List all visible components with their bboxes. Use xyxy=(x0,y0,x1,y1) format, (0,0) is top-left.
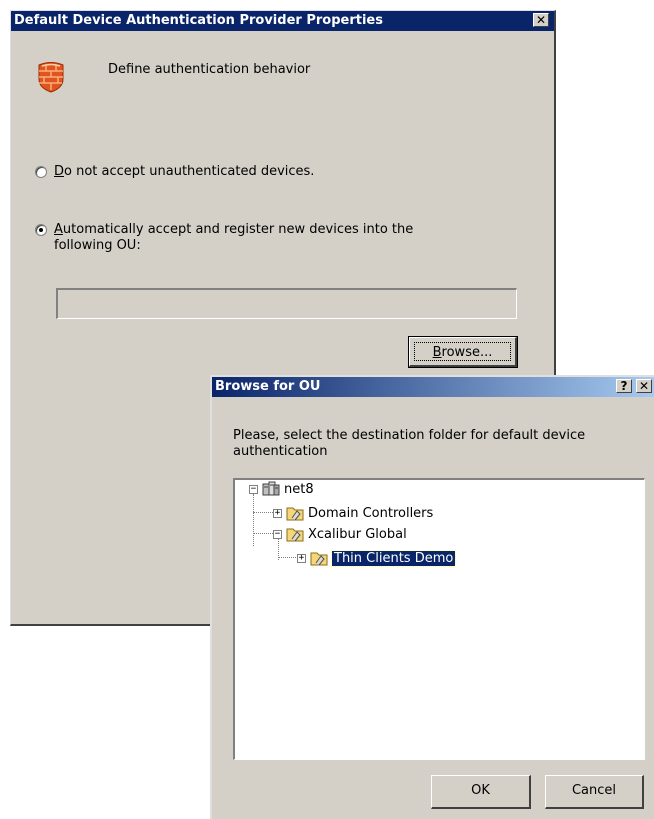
tree-node-thin-clients-demo[interactable]: + Thin Clients Demo xyxy=(297,549,457,567)
tree-node-label: Thin Clients Demo xyxy=(330,549,457,567)
collapse-icon[interactable]: − xyxy=(273,529,282,539)
browse-title-bar[interactable]: Browse for OU ? ✕ xyxy=(212,377,654,397)
tree-node-label: Domain Controllers xyxy=(308,505,434,521)
domain-icon xyxy=(262,481,280,496)
ou-folder-icon xyxy=(286,507,304,521)
browse-title: Browse for OU xyxy=(215,379,321,394)
tree-node-domain-controllers[interactable]: + Domain Controllers xyxy=(273,505,433,521)
ou-path-field[interactable] xyxy=(56,288,517,319)
firewall-icon xyxy=(38,62,64,93)
browse-message: Please, select the destination folder fo… xyxy=(233,428,586,459)
properties-title-bar[interactable]: Default Device Authentication Provider P… xyxy=(11,11,554,31)
auto-accept-label: Automatically accept and register new de… xyxy=(54,222,414,253)
tree-node-label: Xcalibur Global xyxy=(308,526,407,542)
tree-node-net8[interactable]: − net8 xyxy=(249,481,314,497)
close-button[interactable]: ✕ xyxy=(533,13,549,27)
ok-button[interactable]: OK xyxy=(431,775,531,809)
close-icon: ✕ xyxy=(535,13,547,27)
properties-title: Default Device Authentication Provider P… xyxy=(14,13,383,28)
browse-button[interactable]: Browse... xyxy=(408,336,518,368)
header-text: Define authentication behavior xyxy=(108,62,311,77)
reject-unauthenticated-radio[interactable] xyxy=(35,166,47,178)
auto-accept-option[interactable]: Automatically accept and register new de… xyxy=(35,222,415,254)
browse-label: Browse... xyxy=(414,342,511,361)
expand-icon[interactable]: + xyxy=(273,508,282,518)
tree-node-label: net8 xyxy=(284,481,314,497)
help-icon: ? xyxy=(620,379,628,393)
browse-ou-dialog: Browse for OU ? ✕ Please, select the des… xyxy=(210,375,654,819)
help-button[interactable]: ? xyxy=(616,379,632,393)
ou-folder-icon xyxy=(310,552,328,566)
reject-unauthenticated-label: Do not accept unauthenticated devices. xyxy=(54,164,315,179)
cancel-button[interactable]: Cancel xyxy=(545,775,644,809)
ou-folder-icon xyxy=(286,528,304,542)
close-icon: ✕ xyxy=(638,379,650,393)
tree-connector xyxy=(253,494,254,546)
ou-tree[interactable]: − net8 + Domain Controllers − Xcalibur G… xyxy=(233,478,645,760)
close-button[interactable]: ✕ xyxy=(636,379,652,393)
tree-node-xcalibur-global[interactable]: − Xcalibur Global xyxy=(273,526,407,542)
auto-accept-radio[interactable] xyxy=(35,224,47,236)
reject-unauthenticated-option[interactable]: Do not accept unauthenticated devices. xyxy=(35,164,314,180)
collapse-icon[interactable]: − xyxy=(249,484,258,494)
expand-icon[interactable]: + xyxy=(297,553,306,563)
